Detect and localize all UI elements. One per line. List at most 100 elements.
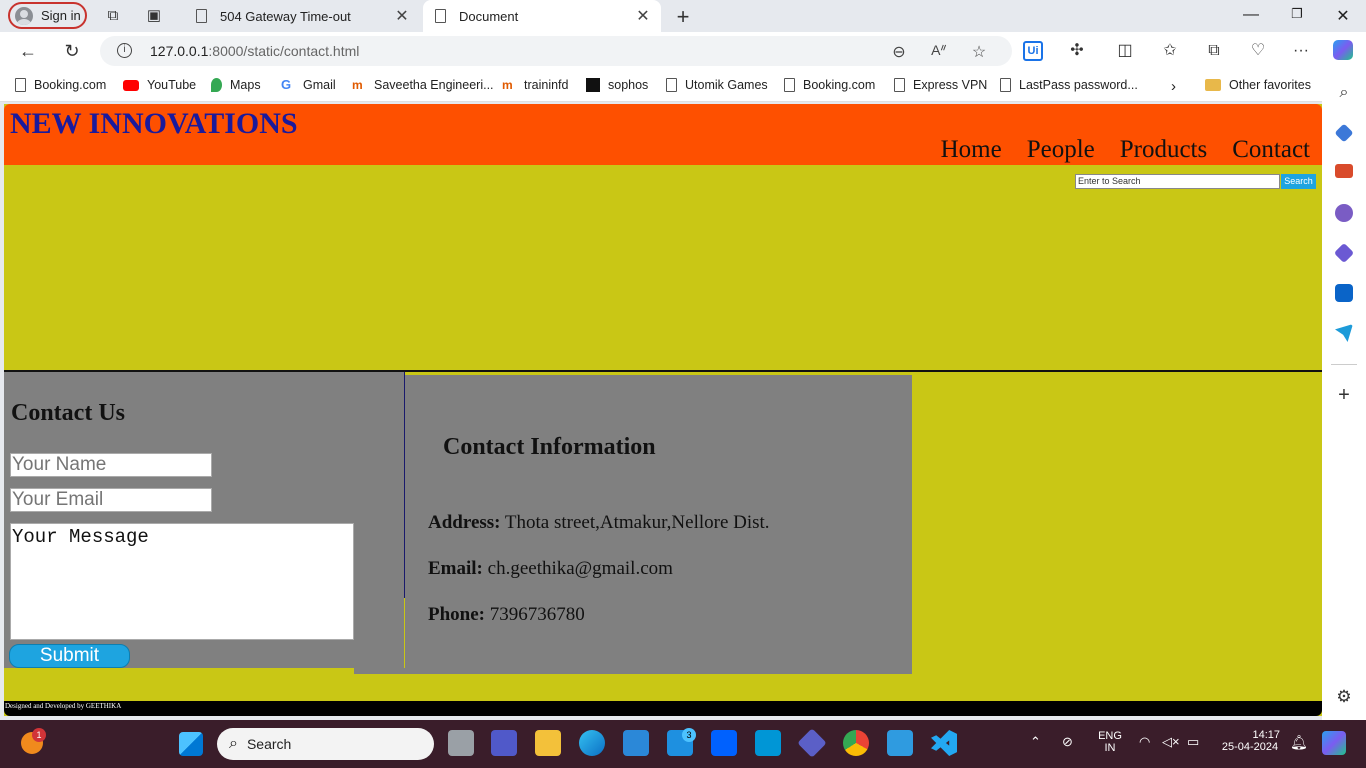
send-icon[interactable] bbox=[1335, 324, 1353, 342]
close-tab-icon[interactable]: ✕ bbox=[392, 6, 412, 26]
sign-in-button[interactable]: Sign in bbox=[8, 2, 87, 29]
tab-gateway[interactable]: 504 Gateway Time-out ✕ bbox=[184, 0, 420, 32]
nav-people[interactable]: People bbox=[1027, 136, 1095, 164]
folder-icon bbox=[1205, 79, 1221, 91]
bookmark-expressvpn[interactable]: Express VPN bbox=[894, 78, 987, 92]
task-view-icon[interactable] bbox=[448, 730, 474, 756]
bookmark-gmail[interactable]: G Gmail bbox=[281, 77, 336, 93]
add-icon[interactable]: + bbox=[1335, 385, 1353, 405]
file-explorer-icon[interactable] bbox=[535, 730, 561, 756]
site-header: NEW INNOVATIONS Home People Products Con… bbox=[4, 104, 1322, 165]
chevron-right-icon[interactable]: › bbox=[1171, 78, 1176, 95]
bookmark-youtube[interactable]: YouTube bbox=[123, 78, 196, 92]
extensions-icon[interactable]: ✣ bbox=[1067, 41, 1087, 61]
extension-ui-icon[interactable]: Ui bbox=[1023, 41, 1043, 61]
other-favorites[interactable]: Other favorites bbox=[1205, 78, 1311, 92]
read-aloud-icon[interactable]: Aᐥ bbox=[929, 42, 949, 59]
refresh-icon[interactable]: ↻ bbox=[62, 41, 82, 61]
bookmark-lastpass[interactable]: LastPass password... bbox=[1000, 78, 1138, 92]
windows-start-icon[interactable] bbox=[179, 732, 203, 756]
favorites-icon[interactable]: ✩ bbox=[1160, 41, 1180, 61]
dropbox-icon[interactable] bbox=[711, 730, 737, 756]
minimize-icon[interactable]: — bbox=[1241, 6, 1261, 24]
tab-document[interactable]: Document ✕ bbox=[423, 0, 661, 32]
settings-gear-icon[interactable]: ⚙ bbox=[1335, 688, 1353, 706]
more-icon[interactable]: ··· bbox=[1291, 41, 1311, 61]
bookmark-traininfd[interactable]: m traininfd bbox=[502, 78, 568, 92]
workspaces-icon[interactable]: ⧉ bbox=[104, 7, 122, 25]
nav-home[interactable]: Home bbox=[941, 136, 1002, 164]
training-icon: m bbox=[502, 78, 513, 92]
page-icon bbox=[1000, 78, 1011, 92]
language-indicator[interactable]: ENG IN bbox=[1096, 730, 1124, 754]
notifications-bell-icon[interactable]: 🔔︎ bbox=[1290, 734, 1308, 751]
clock-date: 25-04-2024 bbox=[1221, 741, 1279, 753]
hp-icon[interactable] bbox=[755, 730, 781, 756]
close-window-icon[interactable]: ✕ bbox=[1333, 6, 1353, 26]
tab-strip: Sign in ⧉ ▣ 504 Gateway Time-out ✕ Docum… bbox=[0, 0, 1366, 32]
outlook-icon[interactable] bbox=[1335, 284, 1353, 302]
tools-icon[interactable] bbox=[1335, 164, 1353, 178]
favorite-star-icon[interactable]: ☆ bbox=[969, 42, 989, 62]
lang-line1: ENG bbox=[1098, 730, 1122, 742]
close-tab-icon[interactable]: ✕ bbox=[633, 6, 653, 26]
submit-button[interactable]: Submit bbox=[9, 644, 130, 668]
clock[interactable]: 14:17 25-04-2024 bbox=[1216, 729, 1284, 753]
google-icon: G bbox=[281, 77, 292, 92]
split-screen-icon[interactable]: ◫ bbox=[1115, 41, 1135, 61]
url-path: :8000/static/contact.html bbox=[208, 43, 360, 59]
tab-title: 504 Gateway Time-out bbox=[220, 8, 351, 24]
photos-icon[interactable] bbox=[887, 730, 913, 756]
bookmark-label: Maps bbox=[230, 78, 261, 92]
nav-products[interactable]: Products bbox=[1120, 136, 1208, 164]
bookmark-booking[interactable]: Booking.com bbox=[15, 78, 106, 92]
taskbar-search[interactable]: ⌕ Search bbox=[217, 728, 434, 760]
bookmark-saveetha[interactable]: m Saveetha Engineeri... bbox=[352, 78, 494, 92]
zoom-icon[interactable]: ⊖ bbox=[889, 42, 909, 62]
office-icon[interactable] bbox=[1333, 242, 1355, 264]
battery-icon[interactable]: ▭ bbox=[1187, 734, 1199, 750]
page-icon bbox=[15, 78, 26, 92]
taskbar-search-label: Search bbox=[246, 736, 292, 752]
address-value: Thota street,Atmakur,Nellore Dist. bbox=[504, 512, 770, 533]
notification-badge: 1 bbox=[32, 728, 46, 742]
bookmark-label: Utomik Games bbox=[685, 78, 768, 92]
nav-contact[interactable]: Contact bbox=[1232, 136, 1310, 164]
chevron-up-icon[interactable]: ⌃ bbox=[1030, 734, 1041, 750]
message-textarea[interactable]: Your Message bbox=[10, 523, 354, 640]
restore-icon[interactable]: ❐ bbox=[1287, 6, 1307, 22]
email-label: Email: bbox=[428, 558, 483, 579]
teams-icon[interactable] bbox=[491, 730, 517, 756]
page-icon bbox=[435, 9, 446, 23]
store-icon[interactable] bbox=[623, 730, 649, 756]
bookmark-utomik[interactable]: Utomik Games bbox=[666, 78, 768, 92]
app-icon[interactable] bbox=[797, 728, 827, 758]
site-search-button[interactable]: Search bbox=[1281, 174, 1316, 189]
tab-actions-icon[interactable]: ▣ bbox=[145, 7, 163, 25]
vscode-icon[interactable] bbox=[931, 730, 957, 756]
bookmark-sophos[interactable]: sophos bbox=[586, 78, 648, 92]
bookmark-booking-2[interactable]: Booking.com bbox=[784, 78, 875, 92]
collections-icon[interactable]: ⧉ bbox=[1204, 41, 1224, 61]
name-input[interactable]: Your Name bbox=[10, 453, 212, 477]
copilot-icon[interactable] bbox=[1333, 40, 1353, 60]
browser-essentials-icon[interactable]: ♡ bbox=[1248, 41, 1268, 61]
info-icon[interactable]: i bbox=[117, 43, 132, 58]
site-search-input[interactable]: Enter to Search bbox=[1075, 174, 1280, 189]
page-icon bbox=[196, 9, 207, 23]
copilot-taskbar-icon[interactable] bbox=[1322, 731, 1346, 755]
search-icon[interactable]: ⌕ bbox=[1335, 84, 1353, 102]
chrome-icon[interactable] bbox=[843, 730, 869, 756]
email-input[interactable]: Your Email bbox=[10, 488, 212, 512]
network-off-icon[interactable]: ⊘ bbox=[1062, 734, 1073, 750]
bookmark-maps[interactable]: Maps bbox=[211, 78, 261, 92]
wifi-icon[interactable]: ◠ bbox=[1139, 734, 1150, 750]
shopping-tag-icon[interactable] bbox=[1334, 123, 1354, 143]
clock-time: 14:17 bbox=[1252, 729, 1280, 741]
volume-mute-icon[interactable]: ◁× bbox=[1162, 734, 1180, 750]
back-icon[interactable]: ← bbox=[18, 41, 38, 61]
games-icon[interactable] bbox=[1335, 204, 1353, 222]
new-tab-button[interactable]: + bbox=[673, 4, 693, 30]
address-bar[interactable]: i 127.0.0.1:8000/static/contact.html ⊖ A… bbox=[100, 36, 1012, 66]
edge-icon[interactable] bbox=[579, 730, 605, 756]
